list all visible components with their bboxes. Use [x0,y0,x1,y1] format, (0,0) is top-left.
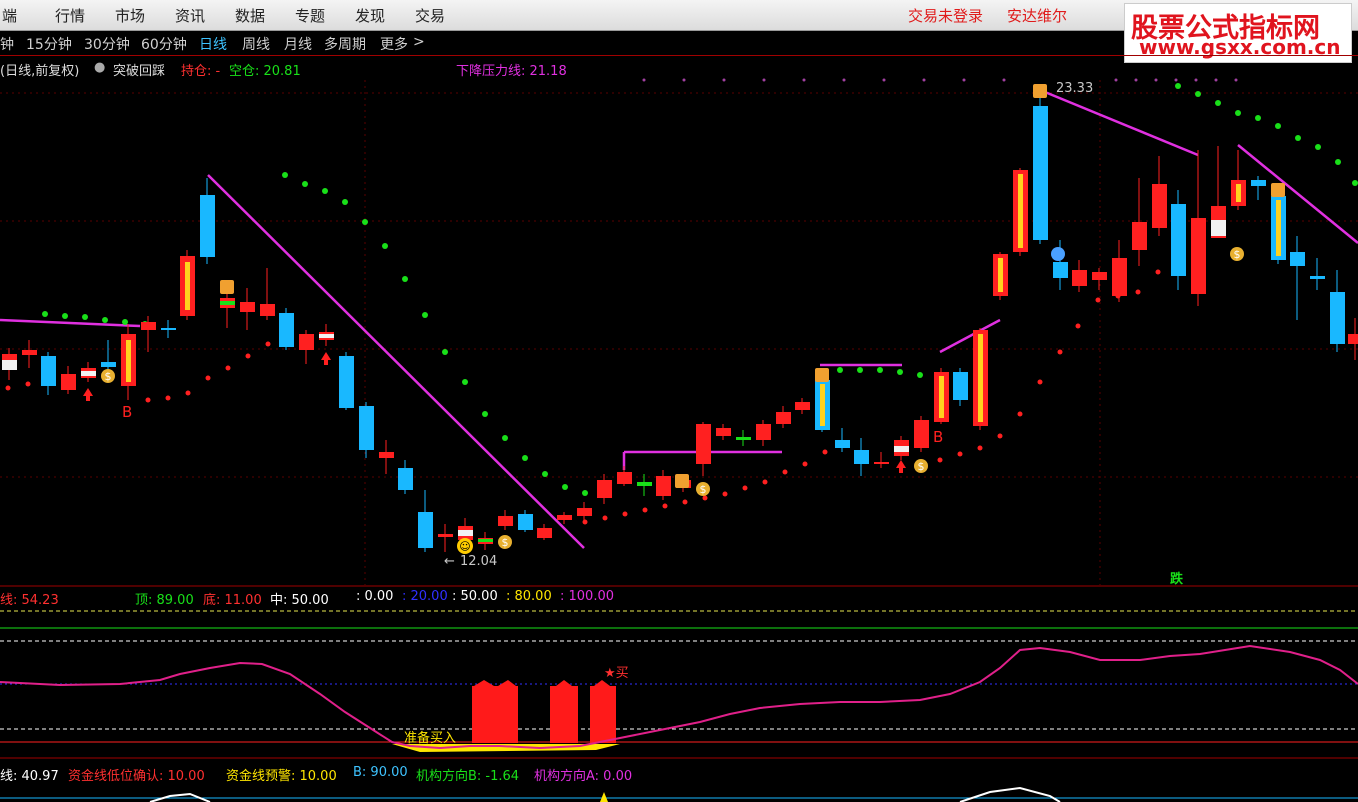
buy-star-label: ★买 [604,666,629,681]
sub1-bottom: 底: 11.00 [203,593,262,608]
svg-text:$: $ [502,536,509,549]
sub2-confirm: 资金线低位确认: 10.00 [68,769,205,784]
flag-icon [1033,84,1047,98]
sub1-v0: : 0.00 [356,589,394,604]
sub1-v20: : 20.00 [402,589,448,604]
sub1-top: 顶: 89.00 [135,593,194,608]
sub1-v80: : 80.00 [506,589,552,604]
buy-marker: B [122,403,133,421]
up-arrow-icon [83,388,93,396]
buy-marker: B [933,428,944,446]
sub1-v50: : 50.00 [452,589,498,604]
flag-icon [220,280,234,294]
svg-text:☺: ☺ [459,540,470,553]
flag-icon [815,368,829,382]
svg-text:$: $ [918,460,925,473]
oscillator-line [0,644,1358,750]
sub1-v100: : 100.00 [560,589,614,604]
up-arrow-icon [896,460,906,468]
sad-face-icon [1051,247,1065,261]
low-price-label: 12.04 [460,554,498,569]
sub2-dir-a: 机构方向A: 0.00 [534,769,633,784]
up-arrow-icon [321,352,331,360]
flag-icon [1271,183,1285,197]
high-price-label: 23.33 [1056,81,1094,96]
sub2-line: 线: 40.97 [0,769,59,784]
low-price-arrow: ← [444,554,455,569]
sub1-mid: 中: 50.00 [270,593,329,608]
buy-signal-blocks [472,680,616,743]
sub2-dir-b: 机构方向B: -1.64 [416,769,520,784]
svg-text:$: $ [700,483,707,496]
sub2-warn: 资金线预警: 10.00 [226,769,337,784]
sell-badge: 跌 [1170,572,1184,587]
candlestick-chart: $ $ $ $ $ ☺ [0,78,1358,802]
svg-text:$: $ [105,370,112,383]
flag-icon [675,474,689,488]
sub2-b: B: 90.00 [353,765,408,780]
sub1-line-value: 线: 54.23 [0,593,59,608]
svg-text:$: $ [1234,248,1241,261]
ready-buy-label: 准备买入 [404,731,457,746]
